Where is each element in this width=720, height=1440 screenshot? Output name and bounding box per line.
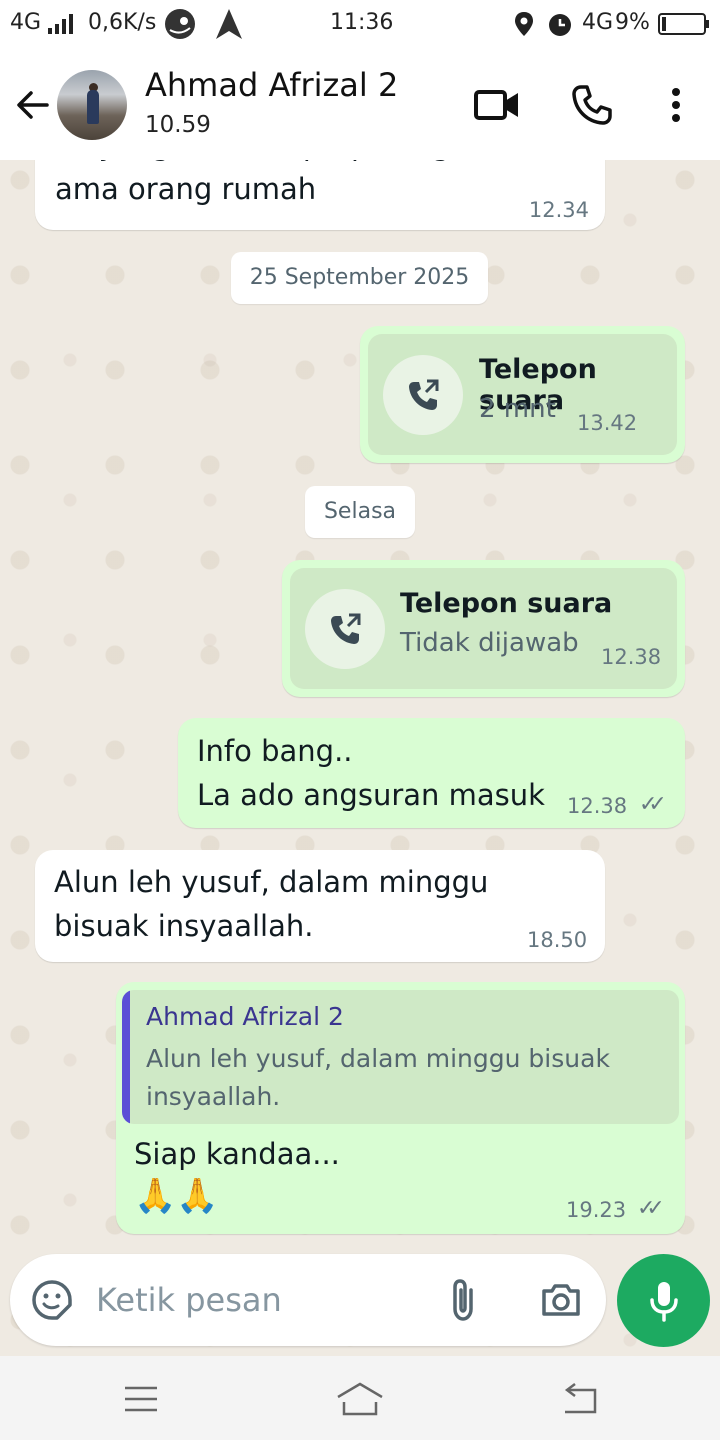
message-bubble-outgoing[interactable]: Ahmad Afrizal 2 Alun leh yusuf, dalam mi… <box>116 982 685 1234</box>
back-arrow-icon[interactable] <box>10 80 56 130</box>
call-duration: 2 mnt <box>479 394 556 424</box>
notification-app-icon <box>162 6 198 48</box>
system-navigation-bar <box>0 1356 720 1440</box>
message-time: 13.42 <box>577 411 638 435</box>
avatar[interactable] <box>57 70 127 140</box>
outgoing-call-icon <box>383 355 463 435</box>
battery-percent: 9% <box>615 10 650 35</box>
network-speed: 0,6K/s <box>88 10 157 35</box>
message-time: 18.50 <box>527 928 588 952</box>
message-text: ini yang bulan sept, pulang ari ti ama o… <box>55 160 526 206</box>
battery-icon <box>658 12 710 42</box>
signal-strength-icon <box>48 14 73 34</box>
date-divider: Selasa <box>305 486 415 538</box>
call-bubble[interactable]: Telepon suara Tidak dijawab 12.38 <box>282 560 685 697</box>
phone-icon[interactable] <box>566 78 618 132</box>
chat-header: Ahmad Afrizal 2 10.59 <box>0 50 720 160</box>
message-text: Alun leh yusuf, dalam minggu bisuak insy… <box>54 865 489 943</box>
message-text: Info bang.. La ado angsuran masuk <box>197 734 545 812</box>
message-composer <box>10 1254 606 1346</box>
message-time: 12.38 <box>567 794 628 818</box>
call-bubble[interactable]: Telepon suara 2 mnt 13.42 <box>360 326 685 463</box>
network-type-left: 4G <box>10 10 42 35</box>
location-icon <box>514 11 534 43</box>
call-card[interactable]: Telepon suara Tidak dijawab 12.38 <box>290 568 677 689</box>
contact-name[interactable]: Ahmad Afrizal 2 <box>145 66 398 104</box>
message-bubble-incoming[interactable]: ini yang bulan sept, pulang ari ti ama o… <box>35 160 605 230</box>
message-time: 12.38 <box>601 645 662 669</box>
status-bar: 4G 0,6K/s 11:36 4G 9% <box>0 0 720 50</box>
mic-icon <box>649 1281 678 1322</box>
video-call-icon[interactable] <box>470 80 524 130</box>
outgoing-call-icon <box>305 589 385 669</box>
clock: 11:36 <box>330 10 394 35</box>
message-bubble-outgoing[interactable]: Info bang.. La ado angsuran masuk 12.38 … <box>178 718 685 828</box>
camera-icon[interactable] <box>536 1276 586 1324</box>
network-type-right: 4G <box>582 10 614 35</box>
message-time: 19.23 <box>566 1198 627 1222</box>
paperclip-icon[interactable] <box>440 1274 486 1326</box>
recent-apps-icon[interactable] <box>118 1380 164 1418</box>
navigation-arrow-icon <box>214 7 244 47</box>
quoted-text: Alun leh yusuf, dalam minggu bisuak insy… <box>146 1044 610 1111</box>
message-bubble-incoming[interactable]: Alun leh yusuf, dalam minggu bisuak insy… <box>35 850 605 962</box>
mic-button[interactable] <box>617 1254 710 1347</box>
read-ticks-icon: ✓✓ <box>639 792 667 817</box>
alarm-icon <box>546 10 574 44</box>
contact-last-seen: 10.59 <box>145 112 211 138</box>
call-title: Telepon suara <box>400 588 613 619</box>
sticker-icon[interactable] <box>28 1276 76 1324</box>
call-status: Tidak dijawab <box>400 628 579 658</box>
quoted-sender: Ahmad Afrizal 2 <box>146 1002 344 1031</box>
emoji-text: 🙏🙏 <box>134 1176 219 1216</box>
more-vert-icon[interactable] <box>660 80 692 130</box>
quoted-message[interactable]: Ahmad Afrizal 2 Alun leh yusuf, dalam mi… <box>122 990 679 1124</box>
chat-area[interactable]: ini yang bulan sept, pulang ari ti ama o… <box>0 160 720 1356</box>
message-input[interactable] <box>96 1274 426 1326</box>
back-nav-icon[interactable] <box>556 1378 602 1420</box>
read-ticks-icon: ✓✓ <box>637 1196 665 1221</box>
quote-bar <box>122 990 130 1124</box>
call-card[interactable]: Telepon suara 2 mnt 13.42 <box>368 334 677 455</box>
message-text: Siap kandaa... <box>134 1137 340 1171</box>
date-divider: 25 September 2025 <box>231 252 488 304</box>
message-time: 12.34 <box>528 198 589 222</box>
home-icon[interactable] <box>332 1378 388 1420</box>
